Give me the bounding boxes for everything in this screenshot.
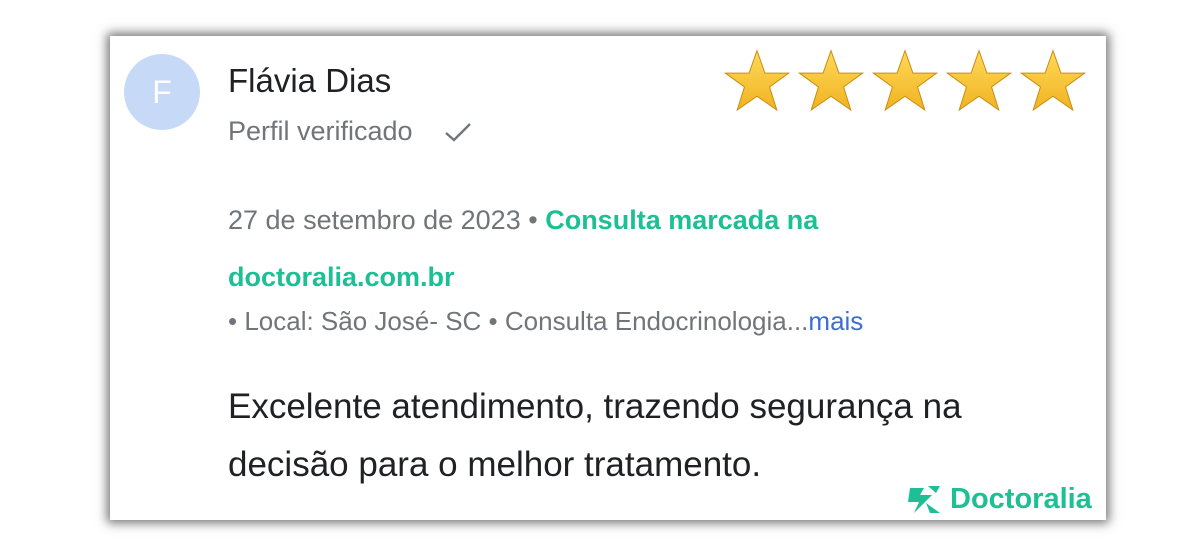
details-text: • Local: São José- SC • Consulta Endocri… bbox=[228, 306, 809, 336]
reviewer-name[interactable]: Flávia Dias bbox=[228, 62, 391, 100]
star-icon bbox=[872, 49, 938, 112]
avatar[interactable]: F bbox=[124, 54, 200, 130]
star-icon bbox=[1020, 49, 1086, 112]
doctoralia-logo-icon bbox=[908, 486, 940, 513]
star-icon bbox=[798, 49, 864, 112]
review-card: F Flávia Dias Perfil verificado 27 de se… bbox=[110, 36, 1106, 520]
star-icon bbox=[946, 49, 1012, 112]
meta-separator: • bbox=[528, 205, 538, 235]
review-date: 27 de setembro de 2023 bbox=[228, 205, 521, 235]
brand-name: Doctoralia bbox=[950, 482, 1092, 515]
avatar-letter: F bbox=[152, 73, 172, 110]
checkmark-icon bbox=[444, 122, 471, 142]
star-rating bbox=[724, 48, 1086, 114]
review-details: • Local: São José- SC • Consulta Endocri… bbox=[228, 306, 863, 337]
verified-profile: Perfil verificado bbox=[228, 116, 473, 147]
star-icon bbox=[724, 49, 790, 112]
more-link[interactable]: mais bbox=[808, 306, 863, 336]
review-text: Excelente atendimento, trazendo seguranç… bbox=[228, 387, 962, 484]
verified-label: Perfil verificado bbox=[228, 116, 413, 146]
review-meta: 27 de setembro de 2023 • Consulta marcad… bbox=[228, 192, 968, 306]
doctoralia-brand: Doctoralia bbox=[906, 482, 1092, 516]
